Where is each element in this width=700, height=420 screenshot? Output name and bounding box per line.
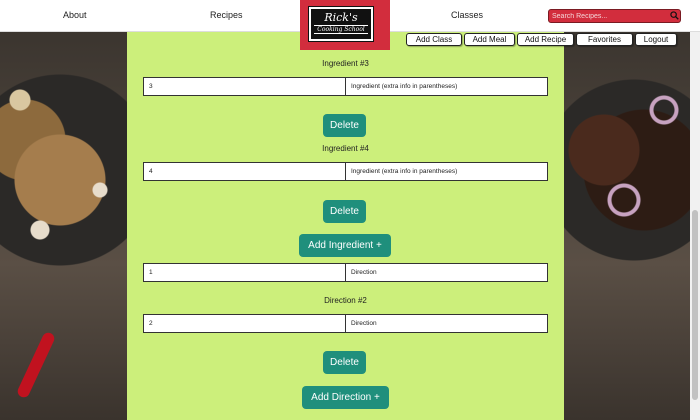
- background-food-image-left: [0, 30, 128, 420]
- recipe-form-panel: Ingredient #3 3 Ingredient (extra info i…: [127, 30, 564, 420]
- add-class-button[interactable]: Add Class: [406, 33, 462, 46]
- scrollbar-thumb[interactable]: [692, 210, 698, 400]
- ingredient-3-amount-field[interactable]: 3: [144, 78, 346, 95]
- direction-2-step-field[interactable]: 2: [144, 315, 346, 332]
- search-input[interactable]: [548, 9, 681, 23]
- ingredient-3-row: 3 Ingredient (extra info in parentheses): [143, 77, 548, 96]
- ingredient-4-label: Ingredient #4: [322, 144, 369, 153]
- ingredient-4-row: 4 Ingredient (extra info in parentheses): [143, 162, 548, 181]
- logo-subtitle: Cooking School: [314, 25, 368, 34]
- delete-ingredient-4-button[interactable]: Delete: [323, 200, 366, 223]
- direction-1-step-field[interactable]: 1: [144, 264, 346, 281]
- page-scrollbar[interactable]: [690, 30, 700, 420]
- ingredient-3-name-field[interactable]: Ingredient (extra info in parentheses): [346, 78, 547, 95]
- ingredient-4-amount-field[interactable]: 4: [144, 163, 346, 180]
- search-icon[interactable]: [670, 11, 679, 20]
- background-food-image-right: [564, 30, 690, 420]
- nav-classes-link[interactable]: Classes: [451, 10, 483, 20]
- add-direction-button[interactable]: Add Direction +: [302, 386, 389, 409]
- delete-ingredient-3-button[interactable]: Delete: [323, 114, 366, 137]
- logout-button[interactable]: Logout: [635, 33, 677, 46]
- direction-2-label: Direction #2: [324, 296, 367, 305]
- logo-name: Rick's: [324, 11, 358, 24]
- ingredient-3-label: Ingredient #3: [322, 59, 369, 68]
- add-meal-button[interactable]: Add Meal: [464, 33, 515, 46]
- direction-1-row: 1 Direction: [143, 263, 548, 282]
- direction-2-text-field[interactable]: Direction: [346, 315, 547, 332]
- add-ingredient-button[interactable]: Add Ingredient +: [299, 234, 391, 257]
- delete-direction-2-button[interactable]: Delete: [323, 351, 366, 374]
- site-logo[interactable]: Rick's Cooking School: [308, 6, 374, 42]
- ingredient-4-name-field[interactable]: Ingredient (extra info in parentheses): [346, 163, 547, 180]
- nav-recipes-link[interactable]: Recipes: [210, 10, 243, 20]
- favorites-button[interactable]: Favorites: [576, 33, 633, 46]
- direction-2-row: 2 Direction: [143, 314, 548, 333]
- add-recipe-button[interactable]: Add Recipe: [517, 33, 574, 46]
- site-logo-banner[interactable]: Rick's Cooking School: [300, 0, 390, 50]
- direction-1-text-field[interactable]: Direction: [346, 264, 547, 281]
- nav-about-link[interactable]: About: [63, 10, 87, 20]
